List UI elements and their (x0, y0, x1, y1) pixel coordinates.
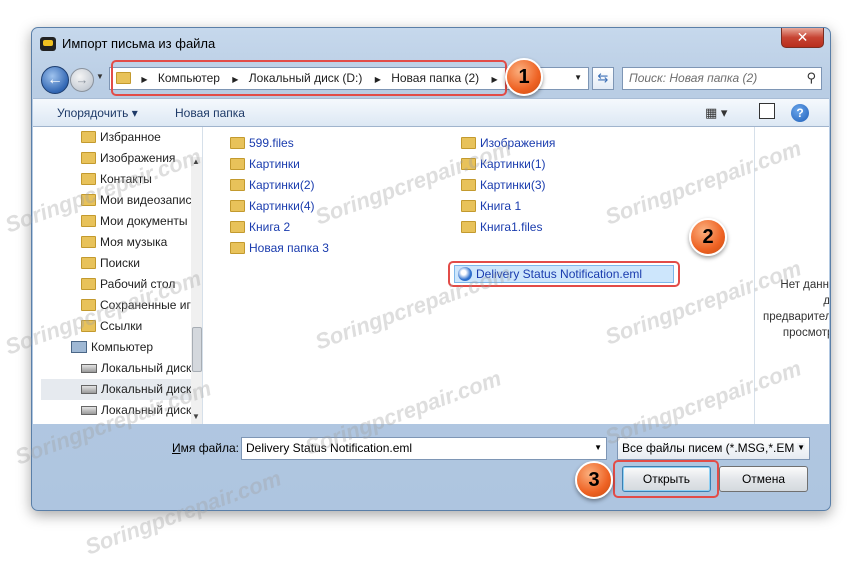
organize-button[interactable]: Упорядочить ▾ (57, 106, 138, 120)
nav-item-computer[interactable]: Компьютер (71, 337, 153, 358)
close-button[interactable]: ✕ (781, 28, 824, 48)
scroll-down-icon[interactable]: ▼ (192, 412, 200, 421)
folder-icon (81, 152, 96, 164)
app-icon (40, 37, 56, 51)
history-dropdown-icon[interactable]: ▼ (96, 72, 104, 81)
search-icon[interactable]: ⚲ (806, 70, 816, 86)
annotation-badge-2: 2 (689, 218, 727, 256)
nav-item-disk-1[interactable]: Локальный диск (81, 358, 191, 379)
help-icon[interactable]: ? (791, 104, 809, 122)
nav-scroll-thumb[interactable] (192, 327, 202, 372)
folder-icon (230, 221, 245, 233)
new-folder-button[interactable]: Новая папка (175, 106, 245, 120)
search-placeholder: Поиск: Новая папка (2) (629, 71, 758, 85)
disk-icon (81, 364, 97, 373)
disk-icon (81, 385, 97, 394)
filename-label: Имя файла: (172, 441, 239, 455)
annotation-badge-3: 3 (575, 461, 613, 499)
preview-pane-icon[interactable] (759, 103, 775, 119)
forward-arrow-icon[interactable]: → (70, 68, 94, 92)
folder-icon (461, 179, 476, 191)
address-annotation-frame (111, 60, 507, 96)
folder-icon (461, 200, 476, 212)
nav-item-favorites[interactable]: Избранное (81, 127, 161, 148)
file-item[interactable]: Картинки(3) (461, 175, 546, 196)
folder-icon (230, 158, 245, 170)
folder-icon (230, 137, 245, 149)
file-type-select[interactable]: Все файлы писем (*.MSG,*.EM ▼ (617, 437, 810, 460)
file-item[interactable]: Картинки(4) (230, 196, 315, 217)
annotation-badge-1: 1 (505, 58, 543, 96)
folder-icon (81, 131, 96, 143)
disk-icon (81, 406, 97, 415)
folder-icon (81, 257, 96, 269)
back-arrow-icon[interactable]: ← (41, 66, 69, 94)
file-item[interactable]: Книга 2 (230, 217, 290, 238)
folder-icon (230, 200, 245, 212)
file-item[interactable]: Книга 1 (461, 196, 521, 217)
file-type-dropdown-icon[interactable]: ▼ (797, 443, 805, 452)
refresh-icon[interactable]: ⇆ (592, 67, 614, 90)
file-item[interactable]: Картинки(2) (230, 175, 315, 196)
view-icon[interactable]: ▦ ▾ (705, 105, 727, 121)
cancel-button[interactable]: Отмена (719, 466, 808, 492)
open-button[interactable]: Открыть (622, 466, 711, 492)
file-item[interactable]: 599.files (230, 133, 294, 154)
nav-item-searches[interactable]: Поиски (81, 253, 140, 274)
window-title: Импорт письма из файла (62, 36, 216, 51)
import-dialog: Импорт письма из файла ✕ ← → ▼ ▶ Компьют… (31, 27, 831, 511)
computer-icon (71, 341, 87, 353)
file-item[interactable]: Книга1.files (461, 217, 542, 238)
folder-icon (230, 179, 245, 191)
folder-icon (81, 278, 96, 290)
nav-item-music[interactable]: Моя музыка (81, 232, 167, 253)
filename-dropdown-icon[interactable]: ▼ (594, 443, 602, 452)
filename-input[interactable]: Delivery Status Notification.eml ▼ (241, 437, 607, 460)
title-bar: Импорт письма из файла ✕ (32, 28, 830, 60)
folder-icon (81, 236, 96, 248)
search-input[interactable]: Поиск: Новая папка (2) ⚲ (622, 67, 822, 90)
file-item[interactable]: Картинки (230, 154, 300, 175)
folder-icon (81, 215, 96, 227)
toolbar: Упорядочить ▾ Новая папка ▦ ▾ ? (33, 98, 829, 127)
nav-item-documents[interactable]: Мои документы (81, 211, 187, 232)
file-item[interactable]: Новая папка 3 (230, 238, 329, 259)
folder-icon (461, 221, 476, 233)
file-type-value: Все файлы писем (*.MSG,*.EM (622, 441, 795, 455)
address-dropdown-icon[interactable]: ▼ (574, 73, 582, 82)
folder-icon (230, 242, 245, 254)
